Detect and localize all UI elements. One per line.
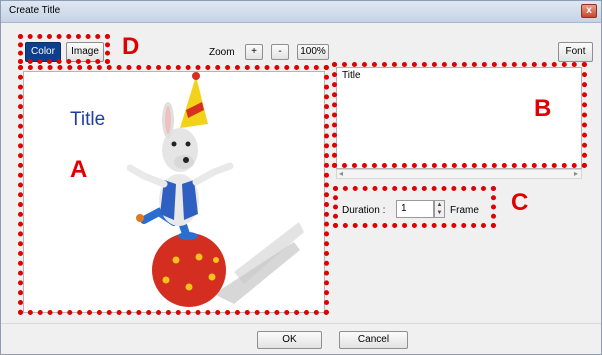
footer-divider [1, 323, 601, 324]
annotation-box-c [333, 186, 496, 228]
scroll-right-icon[interactable]: ▸ [574, 169, 578, 178]
zoom-in-button[interactable]: + [245, 44, 263, 60]
callout-d: D [122, 33, 140, 60]
zoom-label: Zoom [209, 47, 235, 58]
cancel-button[interactable]: Cancel [339, 331, 408, 349]
callout-a: A [70, 156, 88, 183]
annotation-box-a [18, 65, 329, 315]
zoom-out-button[interactable]: - [271, 44, 289, 60]
annotation-box-d [18, 34, 110, 64]
close-button[interactable]: x [581, 4, 597, 18]
close-icon: x [586, 5, 592, 16]
text-horizontal-scrollbar[interactable]: ◂ ▸ [336, 169, 582, 179]
callout-b: B [534, 95, 552, 122]
window-title: Create Title [9, 5, 61, 16]
scroll-left-icon[interactable]: ◂ [339, 169, 343, 178]
zoom-100-button[interactable]: 100% [297, 44, 329, 60]
ok-button[interactable]: OK [257, 331, 322, 349]
create-title-dialog: Create Title x Color Image Zoom + - 100%… [0, 0, 602, 355]
title-bar: Create Title x [1, 1, 601, 23]
callout-c: C [511, 189, 529, 216]
font-button[interactable]: Font [558, 42, 593, 62]
